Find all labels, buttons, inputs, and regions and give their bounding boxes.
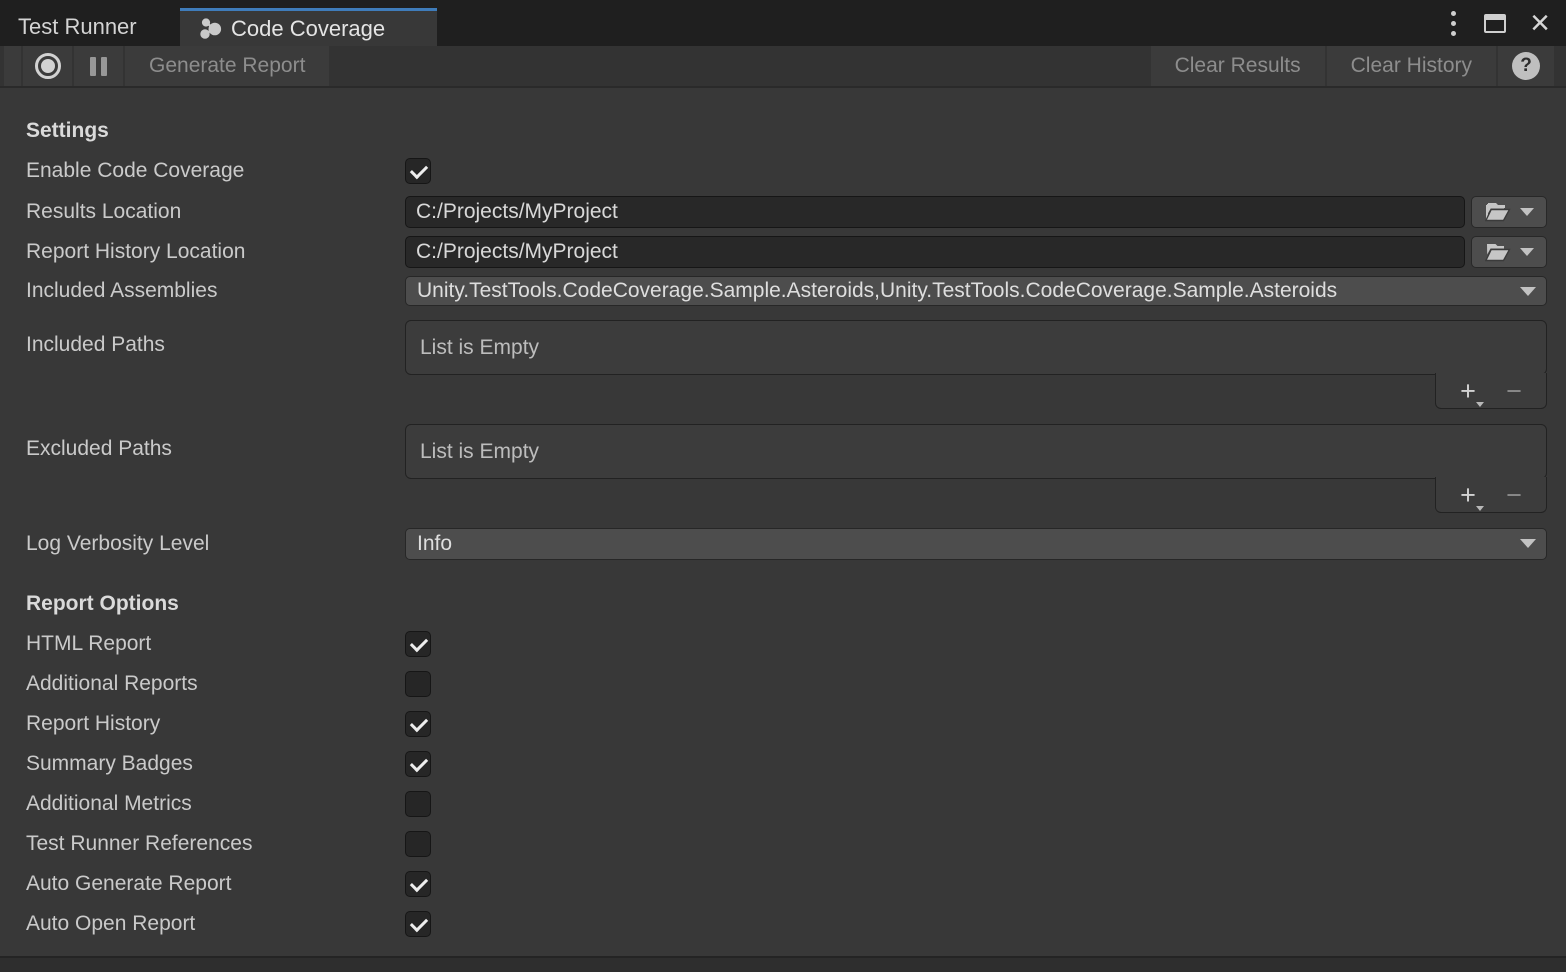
enable-code-coverage-label: Enable Code Coverage bbox=[26, 159, 405, 183]
list-empty-text: List is Empty bbox=[420, 336, 539, 360]
help-button[interactable]: ? bbox=[1498, 46, 1554, 86]
add-item-button[interactable]: + bbox=[1460, 485, 1482, 505]
report-option-checkbox[interactable] bbox=[405, 871, 431, 897]
tab-test-runner[interactable]: Test Runner bbox=[0, 8, 178, 46]
report-option-label: Additional Metrics bbox=[26, 792, 405, 816]
included-assemblies-value: Unity.TestTools.CodeCoverage.Sample.Aste… bbox=[417, 279, 1512, 303]
generate-report-button[interactable]: Generate Report bbox=[125, 46, 329, 86]
report-history-location-label: Report History Location bbox=[26, 240, 405, 264]
clear-history-button[interactable]: Clear History bbox=[1327, 46, 1496, 86]
window-controls: × bbox=[1447, 0, 1550, 46]
log-verbosity-dropdown[interactable]: Info bbox=[405, 528, 1547, 560]
code-coverage-window: Test Runner Code Coverage × bbox=[0, 0, 1566, 972]
log-verbosity-label: Log Verbosity Level bbox=[26, 532, 405, 556]
enable-code-coverage-checkbox[interactable] bbox=[405, 158, 431, 184]
report-option-row: Additional Metrics bbox=[26, 791, 1547, 817]
bottom-resize-strip[interactable] bbox=[0, 956, 1566, 972]
tab-code-coverage[interactable]: Code Coverage bbox=[180, 8, 437, 46]
report-option-checkbox[interactable] bbox=[405, 911, 431, 937]
report-option-label: Report History bbox=[26, 712, 405, 736]
kebab-menu-icon[interactable] bbox=[1447, 7, 1460, 40]
report-option-row: Summary Badges bbox=[26, 751, 1547, 777]
tab-code-coverage-label: Code Coverage bbox=[231, 16, 385, 42]
report-option-checkbox[interactable] bbox=[405, 791, 431, 817]
toolbar-spacer bbox=[329, 46, 1150, 86]
open-folder-icon bbox=[1485, 202, 1512, 222]
results-location-browse-button[interactable] bbox=[1471, 196, 1547, 228]
included-paths-list-footer: + − bbox=[1435, 373, 1547, 409]
report-option-row: Auto Generate Report bbox=[26, 871, 1547, 897]
report-history-location-input[interactable] bbox=[405, 236, 1465, 268]
report-option-label: Additional Reports bbox=[26, 672, 405, 696]
report-option-row: Report History bbox=[26, 711, 1547, 737]
tab-test-runner-label: Test Runner bbox=[18, 14, 137, 40]
report-option-label: Auto Open Report bbox=[26, 912, 405, 936]
report-options-list: HTML Report Additional Reports Report Hi… bbox=[26, 631, 1547, 937]
tab-bar: Test Runner Code Coverage × bbox=[0, 0, 1566, 46]
open-folder-icon bbox=[1485, 242, 1512, 262]
pause-button[interactable] bbox=[74, 46, 123, 86]
toolbar-right-group: Clear Results Clear History ? bbox=[1151, 46, 1566, 86]
report-option-checkbox[interactable] bbox=[405, 751, 431, 777]
enable-code-coverage-row: Enable Code Coverage bbox=[26, 158, 1547, 184]
report-option-checkbox[interactable] bbox=[405, 711, 431, 737]
report-history-location-row: Report History Location bbox=[26, 236, 1547, 268]
included-paths-list: List is Empty + − bbox=[405, 320, 1547, 409]
log-verbosity-value: Info bbox=[417, 532, 1512, 556]
chevron-down-icon bbox=[1520, 248, 1534, 256]
record-icon bbox=[35, 53, 61, 79]
included-assemblies-label: Included Assemblies bbox=[26, 279, 405, 303]
report-options-heading: Report Options bbox=[26, 591, 1547, 617]
record-button[interactable] bbox=[23, 46, 72, 86]
report-option-label: Summary Badges bbox=[26, 752, 405, 776]
list-empty-text: List is Empty bbox=[420, 440, 539, 464]
report-option-checkbox[interactable] bbox=[405, 671, 431, 697]
report-option-checkbox[interactable] bbox=[405, 831, 431, 857]
results-location-row: Results Location bbox=[26, 196, 1547, 228]
included-paths-row: Included Paths List is Empty + − bbox=[26, 320, 1547, 424]
maximize-icon[interactable] bbox=[1484, 14, 1506, 33]
toolbar-left-group: Generate Report bbox=[0, 46, 329, 86]
results-location-label: Results Location bbox=[26, 200, 405, 224]
help-icon: ? bbox=[1512, 52, 1540, 80]
settings-panel: Settings Enable Code Coverage Results Lo… bbox=[0, 88, 1566, 956]
chevron-down-icon bbox=[1520, 287, 1536, 296]
report-option-label: Test Runner References bbox=[26, 832, 405, 856]
report-history-location-browse-button[interactable] bbox=[1471, 236, 1547, 268]
remove-item-button[interactable]: − bbox=[1506, 381, 1522, 401]
toolbar-handle bbox=[4, 46, 21, 86]
chevron-down-icon bbox=[1520, 208, 1534, 216]
included-paths-label: Included Paths bbox=[26, 320, 405, 357]
report-option-label: HTML Report bbox=[26, 632, 405, 656]
report-option-row: HTML Report bbox=[26, 631, 1547, 657]
pause-icon bbox=[90, 57, 107, 76]
remove-item-button[interactable]: − bbox=[1506, 485, 1522, 505]
settings-heading: Settings bbox=[26, 118, 1547, 144]
report-option-row: Test Runner References bbox=[26, 831, 1547, 857]
add-item-button[interactable]: + bbox=[1460, 381, 1482, 401]
excluded-paths-list: List is Empty + − bbox=[405, 424, 1547, 513]
included-assemblies-dropdown[interactable]: Unity.TestTools.CodeCoverage.Sample.Aste… bbox=[405, 276, 1547, 306]
log-verbosity-row: Log Verbosity Level Info bbox=[26, 528, 1547, 560]
chevron-down-icon bbox=[1520, 539, 1536, 548]
included-assemblies-row: Included Assemblies Unity.TestTools.Code… bbox=[26, 276, 1547, 306]
excluded-paths-list-footer: + − bbox=[1435, 477, 1547, 513]
excluded-paths-label: Excluded Paths bbox=[26, 424, 405, 461]
excluded-paths-listbox: List is Empty bbox=[405, 424, 1547, 479]
clear-results-button[interactable]: Clear Results bbox=[1151, 46, 1325, 86]
report-option-row: Auto Open Report bbox=[26, 911, 1547, 937]
toolbar: Generate Report Clear Results Clear Hist… bbox=[0, 46, 1566, 88]
close-icon[interactable]: × bbox=[1530, 11, 1550, 35]
results-location-input[interactable] bbox=[405, 196, 1465, 228]
code-coverage-icon bbox=[200, 18, 222, 40]
report-option-row: Additional Reports bbox=[26, 671, 1547, 697]
report-option-checkbox[interactable] bbox=[405, 631, 431, 657]
report-option-label: Auto Generate Report bbox=[26, 872, 405, 896]
included-paths-listbox: List is Empty bbox=[405, 320, 1547, 375]
excluded-paths-row: Excluded Paths List is Empty + − bbox=[26, 424, 1547, 528]
